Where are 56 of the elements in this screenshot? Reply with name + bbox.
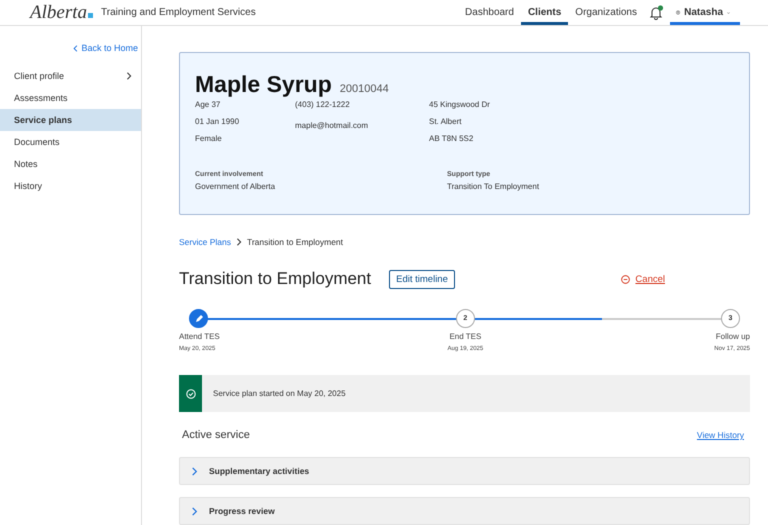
section-title: Active service	[182, 429, 250, 441]
sidebar-item-label: History	[14, 181, 42, 191]
client-detail: 01 Jan 1990	[195, 117, 240, 128]
cancel-link[interactable]: Cancel	[621, 274, 665, 284]
nav-tab[interactable]: Dashboard	[458, 0, 521, 25]
alberta-logo[interactable]: Alberta	[30, 2, 87, 24]
accordion-header[interactable]: Progress review	[179, 497, 750, 525]
notification-bell-icon[interactable]	[648, 4, 664, 20]
client-detail: AB T8N 5S2	[429, 134, 474, 145]
sidebar-item[interactable]: Assessments	[0, 87, 141, 109]
back-link-text[interactable]: Back to Home	[81, 43, 138, 53]
view-history-link[interactable]: View History	[696, 430, 744, 440]
sidebar-item-label: Documents	[14, 137, 60, 147]
user-menu[interactable]: Natasha	[670, 0, 740, 25]
field-value: Government of Alberta	[195, 182, 276, 191]
back-link[interactable]: Back to Home	[0, 43, 141, 53]
chevron-icon	[190, 466, 199, 476]
cancel-icon	[621, 274, 630, 284]
sidebar-item-label: Assessments	[14, 93, 68, 103]
sidebar-item[interactable]: Client profile	[0, 65, 141, 87]
chevron-right-icon	[125, 72, 133, 80]
client-detail: St. Albert	[429, 117, 462, 128]
client-detail: maple@hotmail.com	[295, 121, 370, 132]
client-id: 20010044	[340, 83, 389, 95]
check-circle-icon	[186, 388, 196, 398]
client-detail: (403) 122-1222	[295, 100, 351, 111]
banner-message: Service plan started on May 20, 2025	[213, 389, 346, 398]
chevron-right-icon	[234, 238, 243, 246]
sidebar-item-label: Client profile	[14, 71, 64, 81]
sidebar-item[interactable]: Service plans	[0, 109, 141, 131]
plan-title: Transition to Employment	[179, 269, 372, 289]
logo-square-icon	[88, 13, 93, 18]
client-detail: 45 Kingswood Dr	[429, 100, 491, 111]
field-value: Transition To Employment	[447, 182, 540, 191]
step-label: End TES	[449, 332, 482, 341]
nav-tab[interactable]: Organizations	[568, 0, 644, 25]
sidebar-item[interactable]: Documents	[0, 131, 141, 153]
chevron-icon	[190, 506, 199, 516]
chevron-left-icon	[72, 44, 80, 52]
client-name: Maple Syrup	[195, 71, 332, 98]
sidebar-item-label: Service plans	[14, 115, 72, 125]
step-marker[interactable]	[189, 309, 208, 328]
step-label: Attend TES	[179, 332, 220, 341]
edit-timeline-button[interactable]: Edit timeline	[389, 270, 455, 288]
pencil-icon	[194, 314, 204, 324]
client-detail: Age 37	[195, 100, 222, 111]
sidebar-item[interactable]: History	[0, 175, 141, 197]
breadcrumb-link[interactable]: Service Plans	[179, 237, 231, 247]
sidebar-item[interactable]: Notes	[0, 153, 141, 175]
app-title: Training and Employment Services	[101, 7, 256, 18]
step-label: Follow up	[716, 332, 750, 341]
accordion-header[interactable]: Supplementary activities	[179, 457, 750, 485]
breadcrumb-current: Transition to Employment	[246, 237, 344, 247]
nav-tab[interactable]: Clients	[520, 0, 568, 25]
sidebar-item-label: Notes	[14, 159, 38, 169]
client-detail: Female	[195, 134, 223, 145]
